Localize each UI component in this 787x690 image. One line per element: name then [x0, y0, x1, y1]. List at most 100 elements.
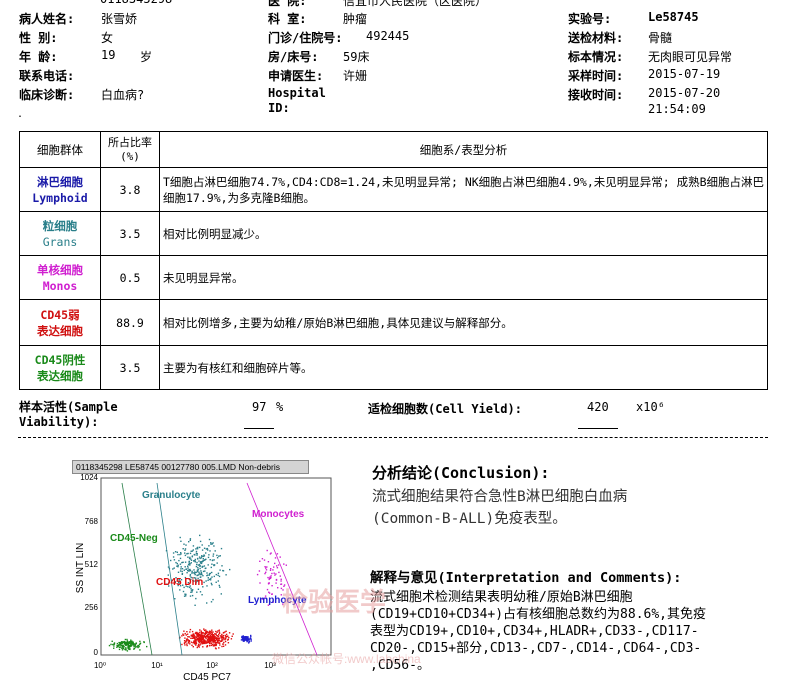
event-dot	[189, 643, 191, 645]
event-dot	[198, 646, 200, 648]
event-dot	[187, 569, 189, 572]
event-dot	[208, 554, 210, 556]
event-dot	[200, 643, 202, 645]
event-dot	[192, 572, 194, 574]
event-dot	[199, 546, 201, 549]
age-value: 19	[101, 48, 116, 62]
event-dot	[230, 638, 233, 640]
event-dot	[213, 638, 215, 641]
clinic-label: 门诊/住院号:	[268, 31, 343, 45]
event-dot	[278, 571, 280, 574]
event-dot	[121, 645, 124, 647]
event-dot	[249, 637, 252, 639]
truncated-barcode: 0118345298	[100, 0, 172, 6]
event-dot	[193, 560, 195, 562]
event-dot	[247, 639, 249, 641]
event-dot	[218, 555, 220, 557]
event-dot	[181, 568, 184, 570]
group-name-en: 表达细胞	[37, 368, 83, 383]
analysis-text: 相对比例明显减少。	[159, 211, 768, 256]
event-dot	[209, 579, 212, 581]
event-dot	[207, 633, 210, 635]
event-dot	[185, 568, 187, 570]
event-dot	[184, 593, 186, 595]
pct-value: 3.5	[100, 345, 160, 390]
event-dot	[267, 561, 270, 563]
event-dot	[202, 557, 204, 560]
watermark-text: 微信公众帐号:www.labchina	[272, 652, 421, 666]
event-dot	[121, 649, 124, 651]
event-dot	[218, 584, 220, 587]
event-dot	[212, 598, 214, 601]
xtick: 10²	[206, 661, 218, 670]
event-dot	[211, 640, 213, 642]
event-dot	[182, 590, 185, 593]
viability-label: 样本活性(Sample Viability):	[19, 400, 118, 429]
event-dot	[207, 556, 210, 559]
table-header-row: 细胞群体 所占比率(%) 细胞系/表型分析	[19, 131, 768, 168]
event-dot	[211, 635, 213, 638]
event-dot	[135, 646, 137, 648]
cell-yield-label: 适检细胞数(Cell Yield):	[368, 402, 522, 416]
event-dot	[184, 561, 187, 563]
room-value: 59床	[343, 50, 370, 64]
event-dot	[207, 577, 209, 579]
material-value: 骨髓	[648, 31, 673, 45]
event-dot	[198, 640, 200, 643]
event-dot	[121, 641, 124, 643]
event-dot	[201, 544, 203, 546]
event-dot	[210, 577, 212, 580]
event-dot	[274, 574, 276, 576]
event-dot	[225, 633, 228, 636]
event-dot	[207, 564, 209, 566]
event-dot	[185, 634, 187, 636]
group-monos: 单核细胞 Monos	[19, 255, 101, 300]
event-dot	[118, 641, 120, 644]
event-dot	[209, 641, 212, 643]
group-lymphoid: 淋巴细胞 Lymphoid	[19, 167, 101, 212]
sex-value: 女	[101, 31, 114, 45]
event-dot	[184, 632, 186, 635]
event-dot	[195, 565, 198, 568]
event-dot	[199, 565, 201, 567]
event-dot	[201, 641, 204, 643]
event-dot	[225, 636, 228, 638]
event-dot	[180, 566, 182, 568]
event-dot	[243, 636, 245, 638]
event-dot	[146, 645, 148, 648]
y-axis-label: SS INT LIN	[75, 543, 86, 593]
event-dot	[182, 634, 185, 636]
event-dot	[176, 551, 178, 553]
gate-line-gran	[156, 482, 183, 656]
event-dot	[194, 573, 196, 576]
diagnosis-label: 临床诊断:	[19, 88, 75, 102]
event-dot	[131, 640, 133, 642]
event-dot	[264, 572, 266, 575]
event-dot	[205, 636, 207, 639]
collect-time-label: 采样时间:	[568, 69, 624, 83]
marker-dot: .	[17, 109, 24, 120]
event-dot	[180, 568, 182, 570]
event-dot	[212, 555, 214, 557]
event-dot	[202, 565, 204, 568]
event-dot	[186, 572, 188, 574]
watermark-logo: 检验医学	[282, 587, 387, 617]
event-dot	[184, 552, 186, 554]
event-dot	[256, 573, 259, 576]
event-dot	[209, 550, 211, 552]
clinic-value: 492445	[366, 29, 410, 43]
event-dot	[203, 629, 206, 632]
event-dot	[218, 575, 221, 578]
event-dot	[214, 633, 216, 635]
event-dot	[184, 641, 187, 643]
event-dot	[210, 630, 212, 633]
event-dot	[183, 595, 186, 597]
room-label: 房/床号:	[268, 50, 319, 64]
event-dot	[194, 558, 196, 561]
event-dot	[220, 593, 222, 595]
event-dot	[189, 556, 191, 559]
event-dot	[191, 570, 193, 572]
event-dot	[184, 548, 187, 550]
event-dot	[217, 636, 219, 638]
event-dot	[244, 638, 247, 640]
